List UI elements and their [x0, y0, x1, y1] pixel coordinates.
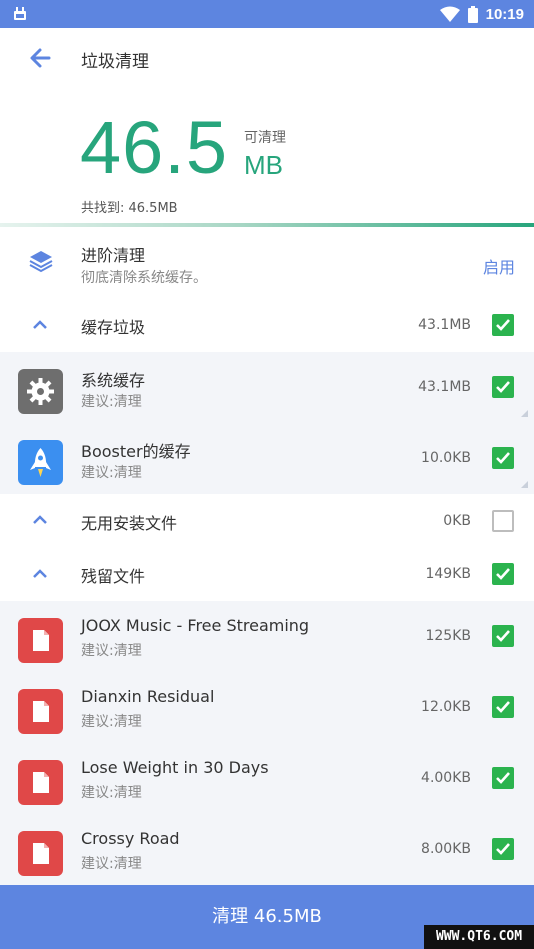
list-item[interactable]: Dianxin Residual 建议:清理 12.0KB: [0, 672, 534, 743]
item-size: 125KB: [425, 628, 471, 644]
item-checkbox[interactable]: [492, 767, 514, 789]
group-cache-checkbox[interactable]: [492, 314, 514, 336]
clean-unit: MB: [244, 150, 283, 180]
gear-icon: [18, 369, 63, 414]
group-apk-checkbox[interactable]: [492, 510, 514, 532]
advanced-clean-row[interactable]: 进阶清理 彻底清除系统缓存。: [0, 228, 534, 298]
group-residual-header[interactable]: 残留文件 149KB: [0, 547, 534, 601]
item-suggestion: 建议:清理: [81, 465, 142, 481]
item-size: 12.0KB: [421, 699, 471, 715]
battery-icon: [467, 5, 478, 23]
item-checkbox[interactable]: [492, 838, 514, 860]
top-bar: 垃圾清理: [0, 28, 534, 88]
group-cache-size: 43.1MB: [418, 317, 471, 333]
file-icon: [18, 689, 63, 734]
item-checkbox[interactable]: [492, 696, 514, 718]
group-cache-header[interactable]: 缓存垃圾 43.1MB: [0, 298, 534, 352]
expand-corner-icon: [521, 410, 528, 417]
item-name: 系统缓存: [81, 371, 146, 390]
list-item[interactable]: Crossy Road 建议:清理 8.00KB: [0, 814, 534, 885]
wifi-icon: [439, 6, 460, 22]
item-size: 8.00KB: [421, 841, 471, 857]
item-suggestion: 建议:清理: [81, 714, 142, 730]
arrow-left-icon[interactable]: [26, 44, 54, 72]
item-suggestion: 建议:清理: [81, 643, 142, 659]
layers-icon: [29, 251, 53, 273]
chevron-up-icon: [33, 569, 47, 578]
progress-divider: [0, 223, 534, 227]
file-icon: [18, 618, 63, 663]
item-checkbox[interactable]: [492, 376, 514, 398]
watermark: WWW.QT6.COM: [424, 925, 534, 949]
item-name: Crossy Road: [81, 829, 180, 848]
status-time: 10:19: [485, 5, 524, 23]
found-total: 共找到: 46.5MB: [81, 201, 178, 216]
item-size: 4.00KB: [421, 770, 471, 786]
cleaner-icon: [14, 7, 26, 20]
clean-label: 可清理: [244, 130, 286, 146]
item-size: 43.1MB: [418, 379, 471, 395]
chevron-up-icon: [33, 320, 47, 329]
file-icon: [18, 760, 63, 805]
item-name: Booster的缓存: [81, 442, 191, 461]
rocket-icon: [18, 440, 63, 485]
list-item[interactable]: JOOX Music - Free Streaming 建议:清理 125KB: [0, 601, 534, 672]
group-apk-header[interactable]: 无用安装文件 0KB: [0, 494, 534, 547]
item-suggestion: 建议:清理: [81, 394, 142, 410]
file-icon: [18, 831, 63, 876]
list-item[interactable]: Booster的缓存 建议:清理 10.0KB: [0, 423, 534, 494]
advanced-clean-subtitle: 彻底清除系统缓存。: [81, 270, 207, 286]
item-checkbox[interactable]: [492, 447, 514, 469]
expand-corner-icon: [521, 481, 528, 488]
item-name: Dianxin Residual: [81, 687, 215, 706]
status-bar: 10:19: [0, 0, 534, 28]
group-cache-title: 缓存垃圾: [81, 318, 146, 337]
list-item[interactable]: 系统缓存 建议:清理 43.1MB: [0, 352, 534, 423]
group-residual-checkbox[interactable]: [492, 563, 514, 585]
item-name: JOOX Music - Free Streaming: [81, 616, 310, 635]
advanced-clean-title: 进阶清理: [81, 246, 146, 265]
item-suggestion: 建议:清理: [81, 785, 142, 801]
group-residual-size: 149KB: [425, 566, 471, 582]
item-checkbox[interactable]: [492, 625, 514, 647]
group-apk-title: 无用安装文件: [81, 514, 178, 533]
page-title: 垃圾清理: [81, 52, 149, 72]
list-item[interactable]: Lose Weight in 30 Days 建议:清理 4.00KB: [0, 743, 534, 814]
item-name: Lose Weight in 30 Days: [81, 758, 269, 777]
clean-amount: 46.5: [80, 106, 229, 189]
chevron-up-icon: [33, 515, 47, 524]
group-apk-size: 0KB: [443, 513, 471, 529]
group-residual-title: 残留文件: [81, 567, 146, 586]
enable-button[interactable]: 启用: [483, 254, 515, 278]
item-size: 10.0KB: [421, 450, 471, 466]
item-suggestion: 建议:清理: [81, 856, 142, 872]
